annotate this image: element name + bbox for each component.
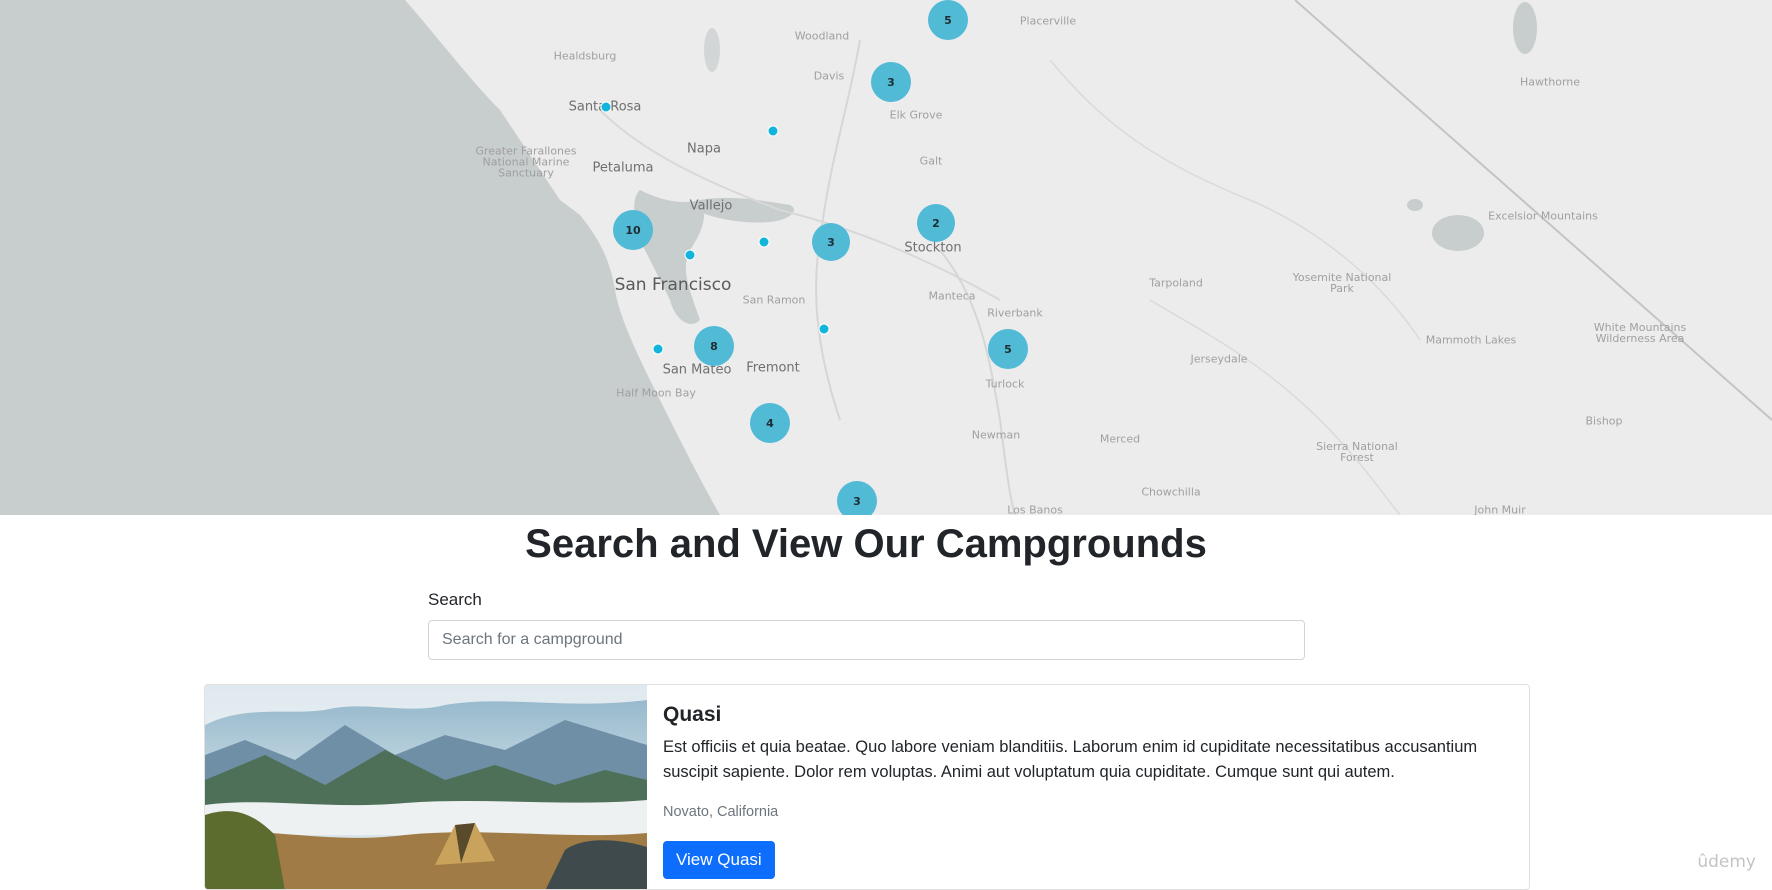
- map-place-label: Chowchilla: [1141, 485, 1201, 499]
- map-place-label: Riverbank: [987, 306, 1043, 320]
- map-place-label: San Francisco: [614, 275, 732, 295]
- map-place-label: Petaluma: [592, 160, 654, 176]
- map-place-label: Vallejo: [689, 198, 733, 214]
- map-place-label: Merced: [1099, 432, 1141, 446]
- map-place-label: Jerseydale: [1190, 352, 1248, 366]
- map-place-label: Half Moon Bay: [616, 386, 696, 400]
- map-cluster-marker[interactable]: 10: [613, 210, 653, 250]
- map-place-label: Yosemite National Park: [1292, 271, 1392, 295]
- map-place-label: Fremont: [746, 360, 800, 376]
- map-cluster-marker[interactable]: 3: [871, 62, 911, 102]
- cluster-map[interactable]: Placerville Healdsburg Woodland Davis Santa …: [0, 0, 1772, 515]
- campground-image: [205, 685, 647, 889]
- map-place-label: San Mateo: [662, 362, 732, 378]
- page-title: Search and View Our Campgrounds: [525, 522, 1207, 566]
- map-place-label: Galt: [919, 154, 943, 168]
- map-cluster-marker[interactable]: 3: [812, 223, 850, 261]
- map-place-label: Turlock: [985, 377, 1025, 391]
- map-cluster-marker[interactable]: 5: [988, 329, 1028, 369]
- search-input[interactable]: [428, 620, 1305, 660]
- map-place-label: San Ramon: [742, 293, 806, 307]
- map-place-label: Stockton: [904, 240, 962, 256]
- map-point-marker[interactable]: [767, 125, 779, 137]
- map-place-label: White Mountains Wilderness Area: [1593, 321, 1687, 345]
- map-place-label: Greater Farallones National Marine Sanct…: [475, 144, 577, 180]
- search-label: Search: [428, 590, 482, 609]
- map-cluster-marker[interactable]: 4: [750, 403, 790, 443]
- map-place-label: Placerville: [1019, 14, 1077, 28]
- map-place-label: Napa: [687, 141, 721, 157]
- map-place-label: Los Banos: [1007, 503, 1063, 516]
- map-place-label: Manteca: [928, 289, 976, 303]
- map-place-label: Bishop: [1585, 414, 1623, 428]
- map-place-label: Excelsior Mountains: [1488, 209, 1598, 223]
- map-place-label: Davis: [813, 69, 845, 83]
- map-point-marker[interactable]: [652, 343, 664, 355]
- map-cluster-marker[interactable]: 3: [837, 481, 877, 515]
- map-point-marker[interactable]: [818, 323, 830, 335]
- map-point-marker[interactable]: [758, 236, 770, 248]
- map-point-marker[interactable]: [600, 101, 612, 113]
- campground-description: Est officiis et quia beatae. Quo labore …: [663, 738, 1478, 781]
- map-cluster-marker[interactable]: 2: [917, 204, 955, 242]
- map-place-label: John Muir: [1474, 503, 1526, 516]
- map-point-marker[interactable]: [684, 249, 696, 261]
- campground-location: Novato, California: [663, 804, 779, 820]
- map-place-label: Hawthorne: [1519, 75, 1581, 89]
- map-cluster-marker[interactable]: 5: [928, 0, 968, 40]
- udemy-watermark: ûdemy: [1697, 852, 1756, 872]
- map-place-label: Woodland: [794, 29, 850, 43]
- map-place-label: Elk Grove: [889, 108, 943, 122]
- map-place-label: Mammoth Lakes: [1425, 333, 1517, 347]
- campground-card: Quasi Est officiis et quia beatae. Quo l…: [204, 684, 1530, 890]
- map-cluster-marker[interactable]: 8: [694, 326, 734, 366]
- map-place-label: Tarpoland: [1149, 276, 1203, 290]
- map-place-label: Newman: [971, 428, 1021, 442]
- map-place-label: Healdsburg: [553, 49, 617, 63]
- campground-title: Quasi: [663, 703, 722, 726]
- map-place-label: Sierra National Forest: [1316, 440, 1398, 464]
- view-campground-button[interactable]: View Quasi: [663, 841, 775, 879]
